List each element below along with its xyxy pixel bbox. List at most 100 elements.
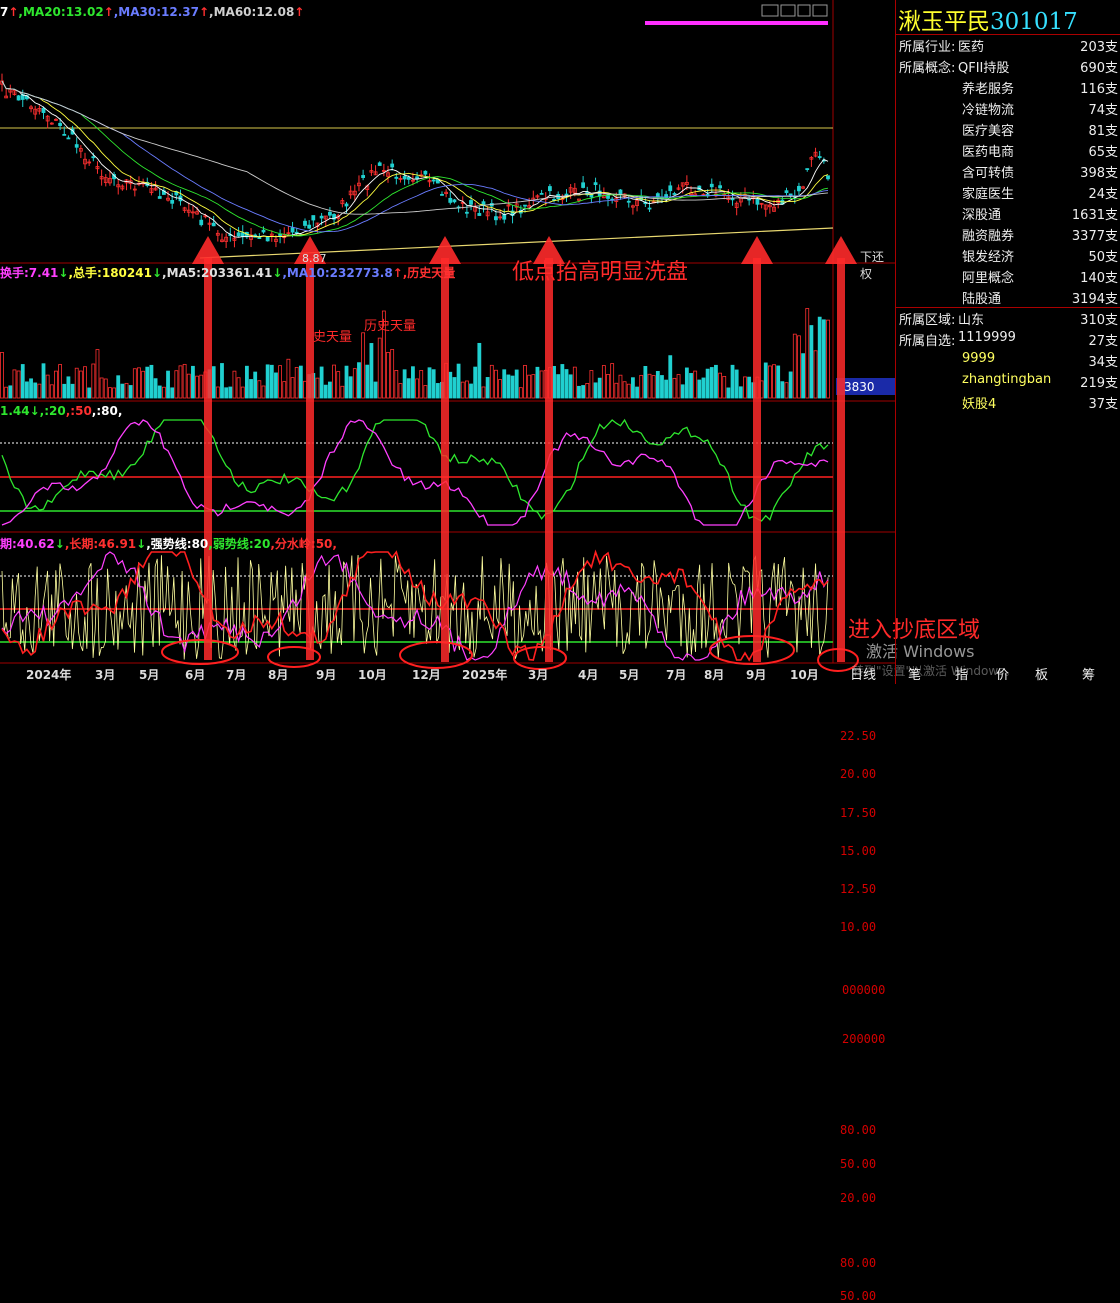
info-row-count: 690支 bbox=[1080, 61, 1118, 76]
bottom-tab[interactable]: 笔 bbox=[908, 664, 921, 683]
ma-segment: ↑ bbox=[198, 5, 210, 19]
osc2-segment: ,强势线:80 bbox=[146, 537, 209, 551]
price-tick: 15.00 bbox=[840, 844, 877, 858]
annotation-washout: 低点抬高明显洗盘 bbox=[512, 260, 689, 285]
ma-segment: ↑ bbox=[294, 5, 305, 19]
info-row-name: 9999 bbox=[962, 351, 996, 366]
vol-segment: ,总手:180241 bbox=[68, 266, 152, 280]
price-tick: 10.00 bbox=[840, 920, 877, 934]
info-row-name: zhangtingban bbox=[962, 372, 1052, 387]
vol-segment: ↓ bbox=[272, 266, 283, 280]
vol-segment: ,MA5:203361.41 bbox=[162, 266, 273, 280]
info-row[interactable]: 所属概念: QFII持股 690支 bbox=[896, 57, 1120, 78]
vol-segment: 换手:7.41 bbox=[0, 266, 59, 280]
info-row-name: 融资融券 bbox=[962, 229, 1015, 244]
info-row-count: 27支 bbox=[1088, 334, 1118, 349]
stock-code: 301017 bbox=[990, 9, 1078, 35]
low-price-label: 8.87 bbox=[302, 252, 327, 265]
info-row[interactable]: 含可转债 398支 bbox=[896, 162, 1120, 183]
ma-segment: ,MA30:12.37 bbox=[113, 5, 199, 19]
info-row-count: 34支 bbox=[1088, 355, 1118, 370]
osc1-segment: ,:80, bbox=[91, 404, 123, 418]
info-row-name: 医药 bbox=[958, 40, 985, 55]
info-row-name: 1119999 bbox=[958, 330, 1016, 345]
info-row-count: 116支 bbox=[1080, 82, 1118, 97]
info-row[interactable]: 阿里概念 140支 bbox=[896, 267, 1120, 288]
volume-header: 换手:7.41↓,总手:180241↓,MA5:203361.41↓,MA10:… bbox=[0, 264, 455, 281]
bottom-tab[interactable]: 指 bbox=[955, 664, 968, 683]
info-row[interactable]: 融资融券 3377支 bbox=[896, 225, 1120, 246]
info-row[interactable]: 所属自选: 1119999 27支 bbox=[896, 330, 1120, 351]
osc-tick: 20.00 bbox=[840, 1191, 877, 1205]
vol-segment: ,MA10:232773.8 bbox=[282, 266, 393, 280]
osc2-segment: ,弱势线:20 bbox=[208, 537, 271, 551]
info-row[interactable]: 家庭医生 24支 bbox=[896, 183, 1120, 204]
bottom-tab[interactable]: 板 bbox=[1035, 664, 1048, 683]
info-row-count: 81支 bbox=[1088, 124, 1118, 139]
osc-tick: 50.00 bbox=[840, 1157, 877, 1171]
kline-chart-area[interactable]: 7↑,MA20:13.02↑,MA30:12.37↑,MA60:12.08↑ 换… bbox=[0, 0, 1016, 1303]
bottom-tab[interactable]: 筹 bbox=[1082, 664, 1095, 683]
info-row[interactable]: zhangtingban 219支 bbox=[896, 372, 1120, 393]
bottom-tab[interactable]: 日线 bbox=[850, 664, 876, 683]
time-axis-label: 8月 bbox=[268, 668, 289, 682]
osc1-header: 1.44↓,:20,:50,:80, bbox=[0, 404, 122, 418]
info-row-name: 银发经济 bbox=[962, 250, 1015, 265]
info-row[interactable]: 深股通 1631支 bbox=[896, 204, 1120, 225]
stock-name: 湫玉平民 bbox=[898, 9, 990, 35]
info-row-count: 37支 bbox=[1088, 397, 1118, 412]
info-row-name: 阿里概念 bbox=[962, 271, 1015, 286]
info-row-count: 203支 bbox=[1080, 40, 1118, 55]
osc-tick: 80.00 bbox=[840, 1123, 877, 1137]
info-row[interactable]: 冷链物流 74支 bbox=[896, 99, 1120, 120]
time-axis-label: 10月 bbox=[358, 668, 387, 682]
stock-title: 湫玉平民301017 bbox=[898, 2, 1078, 36]
osc2-segment: ,分水岭:50, bbox=[270, 537, 337, 551]
time-axis-label: 5月 bbox=[139, 668, 160, 682]
info-row-key: 所属区域: bbox=[899, 313, 956, 328]
up-arrow bbox=[825, 236, 857, 662]
info-row-count: 65支 bbox=[1088, 145, 1118, 160]
info-row[interactable]: 医疗美容 81支 bbox=[896, 120, 1120, 141]
chart-canvas[interactable] bbox=[0, 0, 895, 684]
up-arrow bbox=[741, 236, 773, 662]
vol-segment: ↓ bbox=[151, 266, 163, 280]
info-row-key: 所属自选: bbox=[899, 334, 956, 349]
info-row[interactable]: 妖股4 37支 bbox=[896, 393, 1120, 414]
price-tick: 22.50 bbox=[840, 729, 877, 743]
info-row-count: 1631支 bbox=[1071, 208, 1118, 223]
info-row-count: 3194支 bbox=[1071, 292, 1118, 307]
osc2-segment: ↓ bbox=[136, 537, 147, 551]
info-row-name: 含可转债 bbox=[962, 166, 1015, 181]
info-row-name: 医药电商 bbox=[962, 145, 1015, 160]
info-row[interactable]: 9999 34支 bbox=[896, 351, 1120, 372]
info-row-name: 医疗美容 bbox=[962, 124, 1015, 139]
window-controls bbox=[761, 4, 828, 17]
vol-tag-2: 历史天量 bbox=[364, 319, 417, 334]
fuquan-button[interactable]: 下还权 bbox=[860, 248, 895, 282]
info-row-name: 养老服务 bbox=[962, 82, 1015, 97]
info-row[interactable]: 医药电商 65支 bbox=[896, 141, 1120, 162]
volume-tick: 000000 bbox=[842, 983, 886, 997]
info-row-count: 140支 bbox=[1080, 271, 1118, 286]
price-tick: 20.00 bbox=[840, 767, 877, 781]
vol-tag-1: 史天量 bbox=[313, 330, 353, 345]
info-row[interactable]: 所属行业: 医药 203支 bbox=[896, 36, 1120, 57]
time-axis-label: 10月 bbox=[790, 668, 819, 682]
price-tick: 17.50 bbox=[840, 806, 877, 820]
bottom-circle bbox=[709, 635, 795, 665]
info-row-name: QFII持股 bbox=[958, 61, 1010, 76]
info-row-count: 24支 bbox=[1088, 187, 1118, 202]
info-row-count: 74支 bbox=[1088, 103, 1118, 118]
info-row[interactable]: 陆股通 3194支 bbox=[896, 288, 1120, 309]
vol-segment: ,历史天量 bbox=[402, 266, 456, 280]
ma-segment: ↑ bbox=[8, 5, 19, 19]
info-row-key: 所属概念: bbox=[899, 61, 956, 76]
time-axis-label: 12月 bbox=[412, 668, 441, 682]
info-row[interactable]: 养老服务 116支 bbox=[896, 78, 1120, 99]
bottom-tab[interactable]: 价 bbox=[996, 664, 1009, 683]
stock-info-panel: 湫玉平民301017 所属行业: 医药 203支 所属概念: QFII持股 690支 养老服… bbox=[895, 0, 1120, 684]
volume-highlight-value: 3830 bbox=[844, 380, 875, 394]
info-row[interactable]: 所属区域: 山东 310支 bbox=[896, 307, 1120, 330]
info-row[interactable]: 银发经济 50支 bbox=[896, 246, 1120, 267]
